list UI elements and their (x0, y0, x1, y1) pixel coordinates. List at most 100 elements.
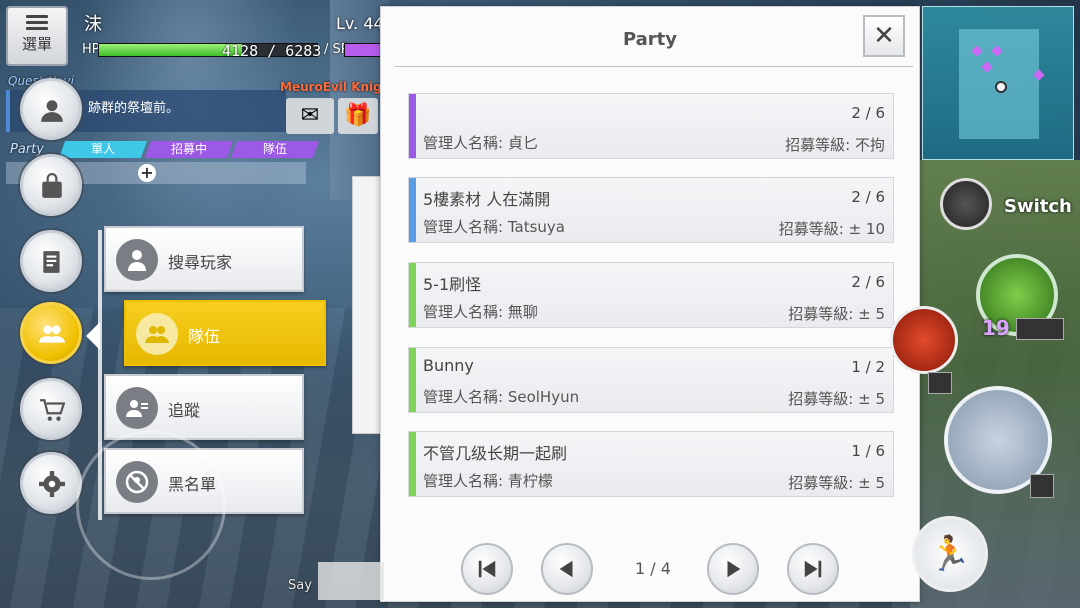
mail-button[interactable]: ✉ (286, 98, 334, 134)
member-count: 2 / 6 (851, 273, 885, 291)
party-button[interactable] (20, 302, 82, 364)
search-player-icon (128, 250, 146, 271)
skill-badge-icon (928, 372, 952, 394)
bag-icon (42, 173, 62, 198)
pagination: 1 / 4 (381, 543, 919, 599)
main-menu-button[interactable]: 選單 (6, 6, 68, 66)
member-count: 2 / 6 (851, 188, 885, 206)
skip-to-last-icon (804, 560, 822, 578)
party-manager: 管理人名稱: 貞匕 (423, 134, 538, 152)
party-list-row[interactable]: 2 / 6 管理人名稱: 貞匕 招募等級: 不拘 (408, 93, 894, 159)
last-page-button[interactable] (787, 543, 839, 595)
member-count: 2 / 6 (851, 104, 885, 122)
party-panel: Party ✕ 2 / 6 管理人名稱: 貞匕 招募等級: 不拘 5樓素材 人在滿開 2… (380, 6, 920, 602)
follow-icon (126, 400, 148, 417)
profile-button[interactable] (20, 78, 82, 140)
gift-icon: 🎁 (344, 103, 372, 128)
page-indicator: 1 / 4 (635, 559, 671, 578)
hamburger-icon (26, 15, 48, 30)
profile-icon (41, 100, 63, 122)
previous-page-button[interactable] (541, 543, 593, 595)
party-manager: 管理人名稱: SeolHyun (423, 388, 580, 406)
recruit-level: 招募等級: ± 5 (788, 390, 885, 408)
other-player-name: MeuroEvil Knight (280, 80, 397, 94)
member-count: 1 / 2 (851, 358, 885, 376)
add-party-member-button[interactable]: + (138, 164, 156, 182)
skill-charge-count: 19 (982, 316, 1010, 340)
say-label: Say (288, 578, 312, 593)
main-menu-label: 選單 (21, 35, 52, 53)
mail-icon: ✉ (300, 103, 320, 128)
gift-button[interactable]: 🎁 (338, 98, 378, 134)
settings-button[interactable] (20, 452, 82, 514)
row-accent-bar (409, 263, 416, 327)
party-list-row[interactable]: 5-1刷怪 2 / 6 管理人名稱: 無聊 招募等級: ± 5 (408, 262, 894, 328)
skill-button-fire[interactable] (890, 306, 958, 374)
party-icon (39, 325, 65, 343)
shop-button[interactable] (20, 378, 82, 440)
close-icon: ✕ (873, 21, 895, 51)
party-list-row[interactable]: Bunny 1 / 2 管理人名稱: SeolHyun 招募等級: ± 5 (408, 347, 894, 413)
quest-text: 跡群的祭壇前。 (88, 101, 180, 116)
submenu-pointer (86, 322, 100, 350)
follow-button[interactable]: 追蹤 (104, 374, 304, 440)
recruit-level: 招募等級: ± 5 (788, 474, 885, 492)
search-player-label: 搜尋玩家 (168, 253, 233, 272)
skip-to-first-icon (478, 560, 496, 578)
party-list-row[interactable]: 不管几级长期一起刷 1 / 6 管理人名稱: 青柠檬 招募等級: ± 5 (408, 431, 894, 497)
quest-log-button[interactable] (20, 230, 82, 292)
hp-value: 4128 / 6283 (222, 42, 322, 60)
movement-joystick[interactable] (76, 430, 226, 580)
party-group-icon (145, 326, 169, 343)
party-name: Bunny (423, 356, 474, 375)
recruit-level: 招募等級: ± 10 (778, 220, 885, 238)
party-list-row[interactable]: 5樓素材 人在滿開 2 / 6 管理人名稱: Tatsuya 招募等級: ± 10 (408, 177, 894, 243)
skill-badge-icon (1016, 318, 1064, 340)
player-name: 沫 (84, 14, 102, 35)
party-name: 5-1刷怪 (423, 275, 482, 294)
settings-gear-icon (39, 471, 65, 497)
first-page-button[interactable] (461, 543, 513, 595)
panel-title: Party (622, 29, 678, 50)
party-manager: 管理人名稱: 青柠檬 (423, 472, 553, 490)
party-list-button[interactable]: 隊伍 (124, 300, 326, 366)
hp-label: HP (82, 42, 100, 57)
row-accent-bar (409, 94, 416, 158)
recruit-level: 招募等級: 不拘 (785, 136, 885, 154)
follow-label: 追蹤 (168, 401, 201, 420)
party-hud-tabs: 單人 招募中 隊伍 (58, 141, 320, 158)
switch-label: Switch (1004, 196, 1072, 217)
party-name: 5樓素材 人在滿開 (423, 190, 551, 209)
party-list-label: 隊伍 (188, 327, 221, 346)
panel-divider (395, 66, 913, 67)
party-name: 不管几级长期一起刷 (423, 444, 568, 463)
party-manager: 管理人名稱: 無聊 (423, 303, 538, 321)
party-manager: 管理人名稱: Tatsuya (423, 218, 565, 236)
attack-badge-icon (1030, 474, 1054, 498)
minimap[interactable] (922, 6, 1074, 160)
party-tab-solo[interactable]: 單人 (58, 141, 148, 158)
chevron-left-icon (559, 560, 573, 578)
bag-button[interactable] (20, 154, 82, 216)
sp-bar (344, 43, 384, 57)
close-button[interactable]: ✕ (863, 15, 905, 57)
shop-cart-icon (40, 399, 65, 421)
next-page-button[interactable] (707, 543, 759, 595)
recruit-level: 招募等級: ± 5 (788, 305, 885, 323)
player-position-icon (995, 81, 1007, 93)
row-accent-bar (409, 432, 416, 496)
row-accent-bar (409, 348, 416, 412)
dash-button[interactable]: 🏃 (912, 516, 988, 592)
running-icon: 🏃 (928, 534, 972, 574)
player-level: Lv. 44 (336, 14, 384, 33)
chat-input[interactable] (318, 562, 384, 600)
row-accent-bar (409, 178, 416, 242)
party-tab-team[interactable]: 隊伍 (230, 141, 320, 158)
party-hud-label: Party (10, 142, 44, 157)
switch-weapon-button[interactable] (940, 178, 992, 230)
hp-bar-fill (99, 44, 243, 56)
quest-log-icon (43, 251, 60, 273)
search-player-button[interactable]: 搜尋玩家 (104, 226, 304, 292)
party-tab-recruiting[interactable]: 招募中 (144, 141, 234, 158)
member-count: 1 / 6 (851, 442, 885, 460)
